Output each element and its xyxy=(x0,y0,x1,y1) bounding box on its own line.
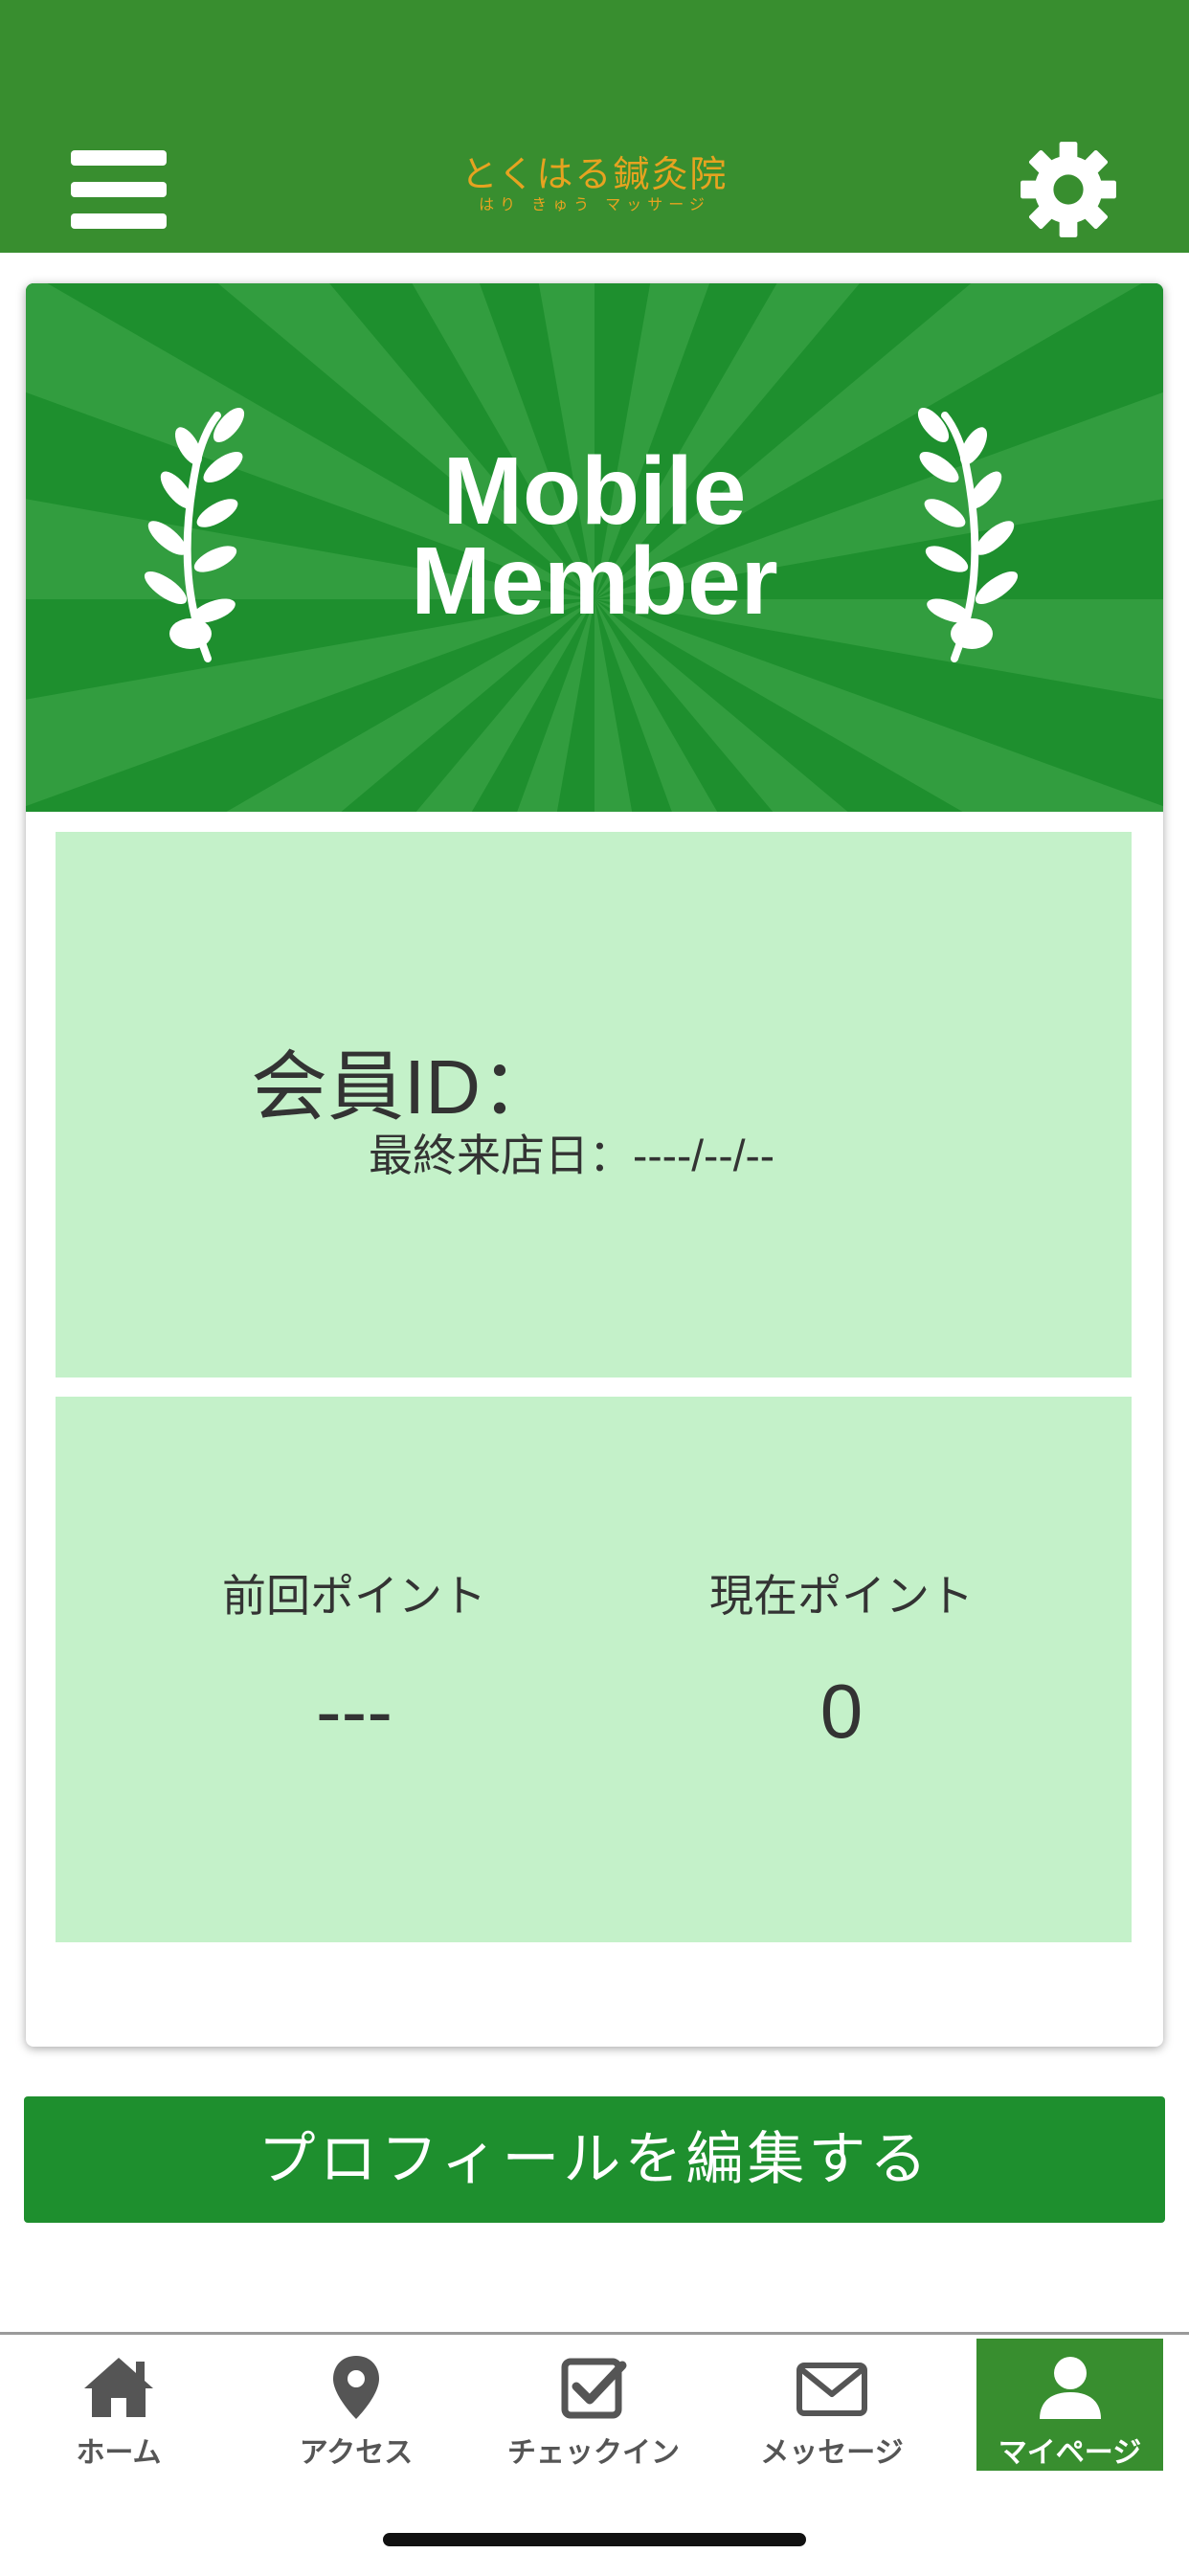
previous-points-label: 前回ポイント xyxy=(222,1571,486,1621)
app-header: とくはる鍼灸院 はり きゅう マッサージ xyxy=(0,0,1189,253)
hamburger-menu-icon[interactable] xyxy=(69,146,168,234)
tab-home[interactable]: ホーム xyxy=(9,2335,229,2471)
tab-message-label: メッセージ xyxy=(760,2437,904,2469)
checkbox-icon xyxy=(561,2358,627,2419)
tab-checkin[interactable]: チェックイン xyxy=(483,2335,704,2471)
member-id-label: 会員ID： xyxy=(251,1044,557,1130)
tab-mypage-label: マイページ xyxy=(998,2437,1142,2469)
current-points: 現在ポイント 0 xyxy=(650,1567,1033,1755)
tab-access-label: アクセス xyxy=(299,2437,414,2469)
previous-points: 前回ポイント --- xyxy=(163,1567,546,1755)
laurel-branch-icon xyxy=(917,408,1019,662)
current-points-label: 現在ポイント xyxy=(709,1571,974,1621)
gear-icon[interactable] xyxy=(1019,140,1118,239)
member-banner: Mobile Member xyxy=(26,283,1163,812)
logo-title: とくはる鍼灸院 xyxy=(460,153,729,195)
app-logo: とくはる鍼灸院 はり きゅう マッサージ xyxy=(403,153,786,214)
tab-checkin-label: チェックイン xyxy=(507,2437,680,2469)
home-indicator[interactable] xyxy=(383,2533,806,2546)
map-pin-icon xyxy=(333,2356,379,2419)
banner-title: Mobile Member xyxy=(307,437,882,635)
points-panel: 前回ポイント --- 現在ポイント 0 xyxy=(56,1397,1132,1942)
envelope-icon xyxy=(796,2363,867,2416)
last-visit-value: ----/--/-- xyxy=(633,1131,775,1180)
laurel-branch-icon xyxy=(144,408,245,662)
member-id-panel: 会員ID： 最終来店日：----/--/-- xyxy=(56,832,1132,1378)
tab-home-label: ホーム xyxy=(76,2437,162,2469)
current-points-value: 0 xyxy=(819,1669,864,1754)
tab-message[interactable]: メッセージ xyxy=(722,2335,942,2471)
last-visit-label: 最終来店日： xyxy=(369,1131,633,1180)
tab-access[interactable]: アクセス xyxy=(246,2335,466,2471)
edit-profile-button[interactable]: プロフィールを編集する xyxy=(24,2096,1165,2223)
logo-subtitle: はり きゅう マッサージ xyxy=(479,195,710,213)
last-visit-date: 最終来店日：----/--/-- xyxy=(369,1129,774,1182)
tab-mypage[interactable]: マイページ xyxy=(976,2339,1163,2471)
user-icon xyxy=(1040,2357,1101,2419)
previous-points-value: --- xyxy=(316,1669,393,1754)
member-card: Mobile Member 会員ID： 最終来店日：----/--/-- 前回ポ… xyxy=(26,283,1163,2047)
home-icon xyxy=(84,2358,153,2417)
banner-title-line2: Member xyxy=(411,527,778,635)
banner-title-line1: Mobile xyxy=(442,437,747,545)
